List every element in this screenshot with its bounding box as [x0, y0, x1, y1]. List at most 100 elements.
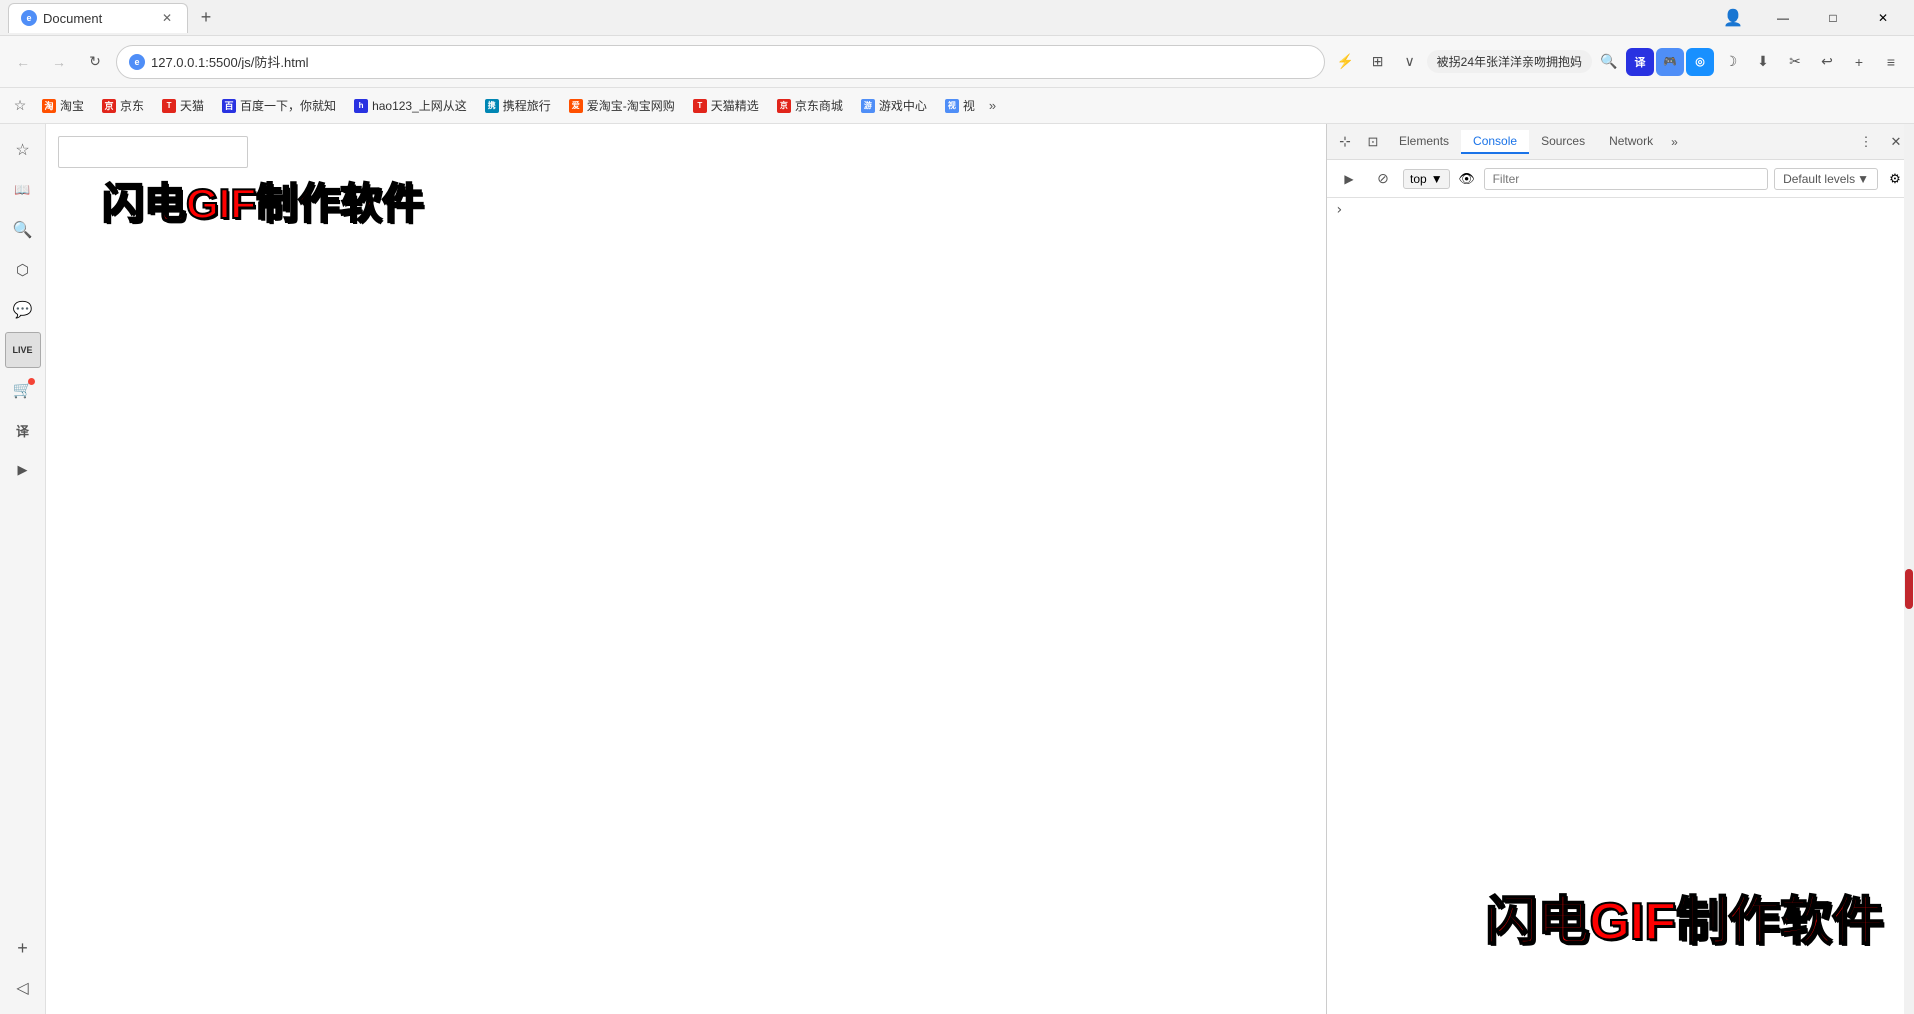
circle-ext-icon[interactable]: ◎: [1686, 48, 1714, 76]
extensions-dropdown-icon[interactable]: ↩: [1812, 47, 1842, 77]
aitaobao-icon: 爱: [569, 99, 583, 113]
bookmark-video[interactable]: 视 视: [937, 94, 983, 117]
console-content: ›: [1327, 198, 1914, 1014]
console-levels-dropdown[interactable]: Default levels ▼: [1774, 168, 1878, 190]
minimize-button[interactable]: —: [1760, 2, 1806, 34]
sidebar-icon-favorite[interactable]: ☆: [5, 132, 41, 168]
sidebar-icon-search[interactable]: 🔍: [5, 212, 41, 248]
sidebar-icon-live[interactable]: LIVE: [5, 332, 41, 368]
sidebar-icon-cart[interactable]: 🛒: [5, 372, 41, 408]
maximize-button[interactable]: □: [1810, 2, 1856, 34]
address-bar-container[interactable]: e: [116, 45, 1325, 79]
bookmark-jdcity[interactable]: 京 京东商城: [769, 94, 851, 117]
sidebar-icon-translate[interactable]: 译: [5, 412, 41, 448]
new-tab-button[interactable]: +: [192, 4, 220, 32]
game-ext-icon[interactable]: 🎮: [1656, 48, 1684, 76]
tab-favicon: e: [21, 10, 37, 26]
news-badge[interactable]: 被拐24年张洋洋亲吻拥抱妈: [1427, 50, 1592, 73]
bookmark-game[interactable]: 游 游戏中心: [853, 94, 935, 117]
sidebar-bottom: + ◁: [5, 930, 41, 1006]
console-filter-input[interactable]: [1484, 168, 1768, 190]
sidebar-icon-collections[interactable]: ⬡: [5, 252, 41, 288]
levels-chevron-icon: ▼: [1857, 172, 1869, 186]
ctrip-icon: 携: [485, 99, 499, 113]
bookmark-tmall[interactable]: T 天猫: [154, 94, 212, 117]
browser-viewport: 闪电GIF制作软件: [46, 124, 1326, 1014]
devtools-tab-network[interactable]: Network: [1597, 130, 1665, 154]
page-text-input[interactable]: [58, 136, 248, 168]
devtools-toolbar-right: ⋮ ✕: [1852, 128, 1910, 156]
tab-close-button[interactable]: ✕: [159, 10, 175, 26]
console-eye-button[interactable]: 👁: [1456, 168, 1478, 190]
night-mode-icon[interactable]: ☽: [1716, 47, 1746, 77]
console-stop-icon[interactable]: ⊘: [1369, 165, 1397, 193]
bookmark-star-icon[interactable]: ☆: [8, 94, 32, 118]
console-context-selector[interactable]: top ▼: [1403, 169, 1450, 189]
back-button[interactable]: ←: [8, 47, 38, 77]
baidu-icon: 百: [222, 99, 236, 113]
tmall-select-icon: T: [693, 99, 707, 113]
devtools-device-icon[interactable]: ⊡: [1359, 128, 1387, 156]
bookmark-taobao[interactable]: 淘 淘宝: [34, 94, 92, 117]
window-controls: 👤 — □ ✕: [1718, 2, 1906, 34]
download-icon[interactable]: ⬇: [1748, 47, 1778, 77]
reading-view-icon[interactable]: ⊞: [1363, 47, 1393, 77]
devtools-panel: ⊹ ⊡ Elements Console Sources Network » ⋮…: [1326, 124, 1914, 1014]
forward-button[interactable]: →: [44, 47, 74, 77]
refresh-button[interactable]: ↻: [80, 47, 110, 77]
menu-icon[interactable]: ≡: [1876, 47, 1906, 77]
right-scrollbar[interactable]: [1904, 124, 1914, 1014]
search-icon[interactable]: 🔍: [1594, 47, 1624, 77]
watermark-top: 闪电GIF制作软件: [102, 170, 424, 231]
address-favicon: e: [129, 54, 145, 70]
bookmark-baidu[interactable]: 百 百度一下，你就知: [214, 94, 344, 117]
jd-icon: 京: [102, 99, 116, 113]
browser-tab[interactable]: e Document ✕: [8, 3, 188, 33]
profile-icon[interactable]: 👤: [1718, 3, 1748, 33]
devtools-more-tabs[interactable]: »: [1665, 131, 1684, 153]
game-center-icon: 游: [861, 99, 875, 113]
tmall-icon: T: [162, 99, 176, 113]
lightning-icon[interactable]: ⚡: [1331, 47, 1361, 77]
bookmark-hao123[interactable]: h hao123_上网从这: [346, 94, 475, 117]
bookmark-jd[interactable]: 京 京东: [94, 94, 152, 117]
console-context-chevron: ▼: [1431, 172, 1443, 186]
taobao-icon: 淘: [42, 99, 56, 113]
sidebar-icon-chat[interactable]: 💬: [5, 292, 41, 328]
tab-title: Document: [43, 11, 153, 26]
devtools-console-bar: ▶ ⊘ top ▼ 👁 Default levels ▼ ⚙: [1327, 160, 1914, 198]
devtools-tabs-bar: ⊹ ⊡ Elements Console Sources Network » ⋮…: [1327, 124, 1914, 160]
titlebar-left: e Document ✕ +: [8, 3, 1714, 33]
toolbar-right-icons: ⚡ ⊞ ∨ 被拐24年张洋洋亲吻拥抱妈 🔍 译 🎮 ◎ ☽ ⬇ ✂ ↩ + ≡: [1331, 47, 1906, 77]
devtools-tab-sources[interactable]: Sources: [1529, 130, 1597, 154]
console-play-icon[interactable]: ▶: [1335, 165, 1363, 193]
bookmark-aitaobao[interactable]: 爱 爱淘宝-淘宝网购: [561, 94, 683, 117]
devtools-tab-console[interactable]: Console: [1461, 130, 1529, 154]
titlebar: e Document ✕ + 👤 — □ ✕: [0, 0, 1914, 36]
bookmarks-bar: ☆ 淘 淘宝 京 京东 T 天猫 百 百度一下，你就知 h hao123_上网从…: [0, 88, 1914, 124]
video-icon: 视: [945, 99, 959, 113]
console-context-value: top: [1410, 172, 1427, 186]
console-caret[interactable]: ›: [1335, 202, 1343, 218]
sidebar-collapse-button[interactable]: ◁: [5, 970, 41, 1006]
bookmark-tmall-select[interactable]: T 天猫精选: [685, 94, 767, 117]
sidebar-icon-video[interactable]: ▶: [5, 452, 41, 488]
address-dropdown-icon[interactable]: ∨: [1395, 47, 1425, 77]
address-input[interactable]: [151, 54, 1312, 69]
close-button[interactable]: ✕: [1860, 2, 1906, 34]
bookmarks-more-icon[interactable]: »: [985, 98, 1000, 113]
devtools-settings-icon[interactable]: ⋮: [1852, 128, 1880, 156]
devtools-tab-elements[interactable]: Elements: [1387, 130, 1461, 154]
sidebar-toggle-icon[interactable]: +: [1844, 47, 1874, 77]
left-sidebar: ☆ 📖 🔍 ⬡ 💬 LIVE 🛒 译 ▶ + ◁: [0, 124, 46, 1014]
sidebar-icon-reading[interactable]: 📖: [5, 172, 41, 208]
bookmark-ctrip[interactable]: 携 携程旅行: [477, 94, 559, 117]
console-settings-icon[interactable]: ⚙: [1884, 168, 1906, 190]
addressbar: ← → ↻ e ⚡ ⊞ ∨ 被拐24年张洋洋亲吻拥抱妈 🔍 译 🎮 ◎ ☽ ⬇ …: [0, 36, 1914, 88]
translator-ext-icon[interactable]: 译: [1626, 48, 1654, 76]
scrollbar-thumb[interactable]: [1905, 569, 1913, 609]
sidebar-add-button[interactable]: +: [5, 930, 41, 966]
devtools-inspect-icon[interactable]: ⊹: [1331, 128, 1359, 156]
screenshot-icon[interactable]: ✂: [1780, 47, 1810, 77]
jdcity-icon: 京: [777, 99, 791, 113]
